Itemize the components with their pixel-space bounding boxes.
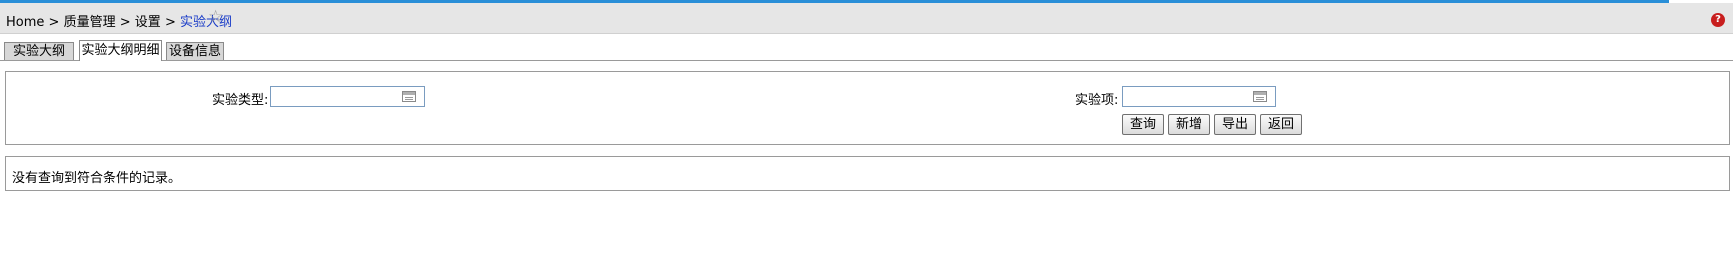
empty-result-message: 没有查询到符合条件的记录。 <box>12 171 182 186</box>
lookup-icon[interactable] <box>402 91 416 102</box>
query-button[interactable]: 查询 <box>1122 114 1164 135</box>
breadcrumb-separator: > <box>119 15 131 30</box>
breadcrumb-separator: > <box>48 15 60 30</box>
star-outline-icon[interactable]: ☆ <box>208 9 223 26</box>
breadcrumb-settings[interactable]: 设置 <box>135 15 161 30</box>
breadcrumb-bar: Home > 质量管理 > 设置 > 实验大纲 ☆ ? <box>0 3 1733 34</box>
export-button[interactable]: 导出 <box>1214 114 1256 135</box>
tab-equipment-info[interactable]: 设备信息 <box>166 42 224 60</box>
add-button[interactable]: 新增 <box>1168 114 1210 135</box>
experiment-type-input[interactable] <box>270 86 425 107</box>
filter-panel <box>5 71 1730 145</box>
help-icon[interactable]: ? <box>1711 13 1725 27</box>
tab-bar: 实验大纲 实验大纲明细 设备信息 <box>0 40 1733 61</box>
back-button[interactable]: 返回 <box>1260 114 1302 135</box>
tab-experiment-outline-detail[interactable]: 实验大纲明细 <box>79 40 162 61</box>
breadcrumb: Home > 质量管理 > 设置 > 实验大纲 <box>6 11 232 30</box>
tab-experiment-outline[interactable]: 实验大纲 <box>4 42 74 60</box>
lookup-icon[interactable] <box>1253 91 1267 102</box>
experiment-item-label: 实验项: <box>1075 93 1119 108</box>
breadcrumb-quality[interactable]: 质量管理 <box>64 15 116 30</box>
experiment-type-label: 实验类型: <box>212 93 269 108</box>
breadcrumb-current: 实验大纲 <box>179 15 232 30</box>
experiment-item-input[interactable] <box>1122 86 1276 107</box>
result-panel: 没有查询到符合条件的记录。 <box>5 156 1730 191</box>
breadcrumb-separator: > <box>164 15 176 30</box>
breadcrumb-home[interactable]: Home <box>6 15 44 30</box>
